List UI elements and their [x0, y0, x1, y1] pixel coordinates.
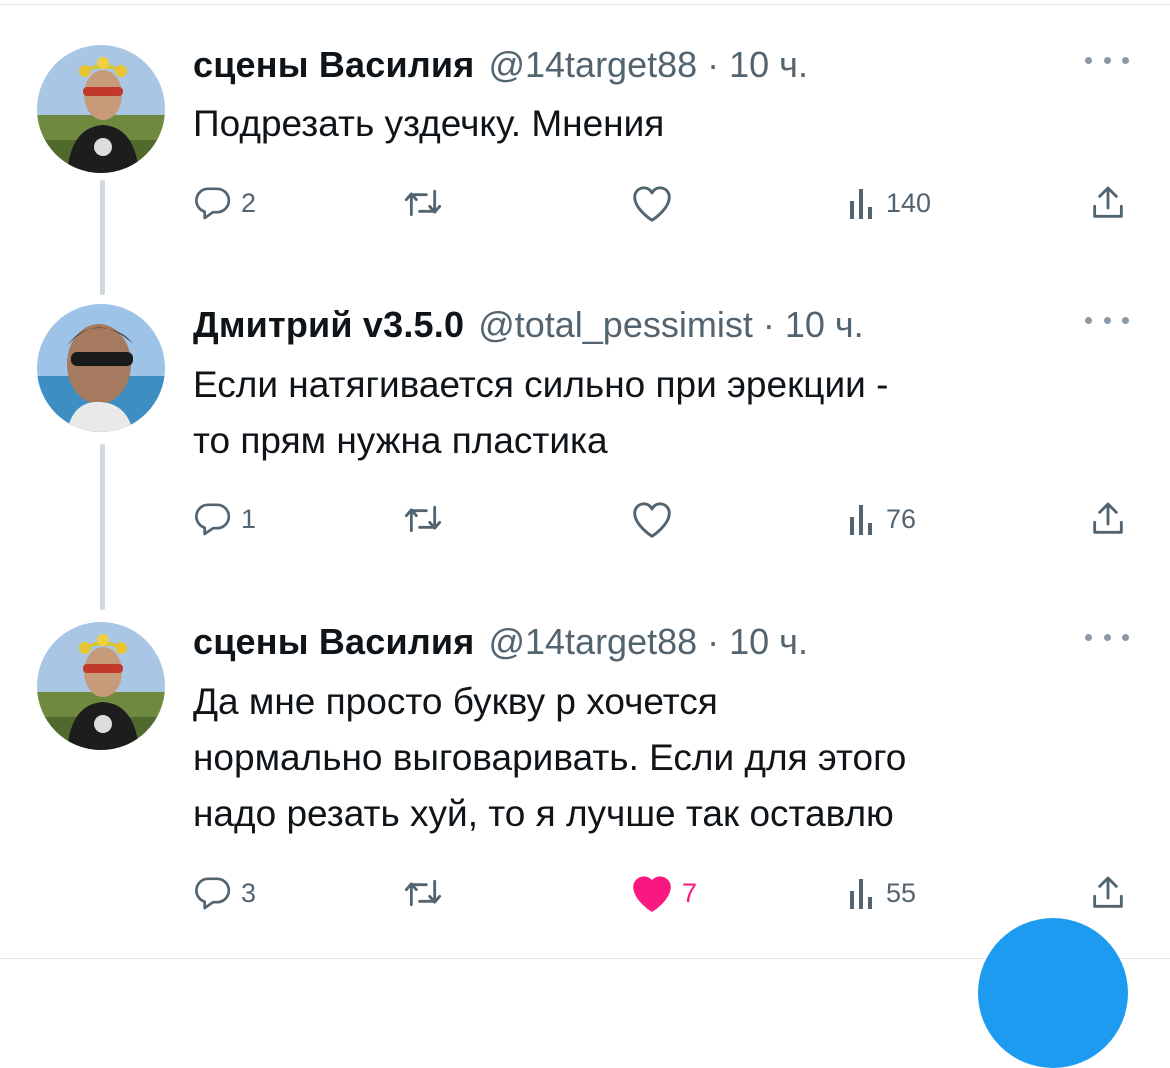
share-icon: [1088, 183, 1128, 223]
compose-fab[interactable]: [978, 918, 1128, 1068]
retweet-button[interactable]: [401, 495, 445, 543]
avatar[interactable]: [37, 304, 165, 432]
reply-icon: [193, 499, 233, 539]
tweet-text-line: надо резать хуй, то я лучше так оставлю: [193, 793, 894, 834]
views-count: 76: [886, 503, 917, 534]
tweet-text-line: Да мне просто букву р хочется: [193, 681, 718, 722]
tweet-text-line: Подрезать уздечку. Мнения: [193, 103, 665, 144]
tweet-text-line: Если натягивается сильно при эрекции -: [193, 364, 889, 405]
timestamp[interactable]: 10 ч.: [729, 621, 808, 663]
views-count: 140: [886, 187, 932, 218]
author-handle[interactable]: @14target88: [488, 621, 697, 663]
author-handle[interactable]: @14target88: [488, 44, 697, 86]
reply-icon: [193, 873, 233, 913]
action-bar: 3 7 55: [193, 869, 1138, 917]
like-button[interactable]: [630, 495, 674, 543]
author-name[interactable]: сцены Василия: [193, 44, 474, 86]
author-name[interactable]: Дмитрий v3.5.0: [193, 304, 464, 346]
retweet-button[interactable]: [401, 179, 445, 227]
heart-icon: [630, 499, 674, 539]
top-divider: [0, 4, 1170, 5]
retweet-icon: [401, 499, 445, 539]
share-icon: [1088, 499, 1128, 539]
thread-line: [100, 180, 105, 295]
tweet-header: Дмитрий v3.5.0 @total_pessimist · 10 ч.: [193, 302, 864, 348]
views-count: 55: [886, 877, 917, 908]
share-button[interactable]: [1088, 869, 1128, 917]
reply-count: 2: [241, 187, 257, 218]
separator: ·: [707, 44, 720, 85]
views-icon: [848, 875, 878, 911]
separator: ·: [707, 621, 720, 662]
reply-icon: [193, 183, 233, 223]
timestamp[interactable]: 10 ч.: [785, 304, 864, 346]
tweet-text-line: нормально выговаривать. Если для этого: [193, 737, 907, 778]
views-button[interactable]: 76: [848, 495, 916, 543]
heart-icon: [630, 873, 674, 913]
avatar[interactable]: [37, 45, 165, 173]
tweet-text: Да мне просто букву р хочется нормально …: [193, 674, 906, 842]
action-bar: 1 76: [193, 495, 1138, 543]
views-icon: [848, 501, 878, 537]
share-button[interactable]: [1088, 179, 1128, 227]
views-icon: [848, 185, 878, 221]
reply-button[interactable]: 2: [193, 179, 256, 227]
more-icon[interactable]: [1085, 44, 1129, 76]
more-icon[interactable]: [1085, 304, 1129, 336]
thread-line: [100, 444, 105, 610]
retweet-icon: [401, 183, 445, 223]
reply-button[interactable]: 3: [193, 869, 256, 917]
reply-count: 3: [241, 877, 257, 908]
author-name[interactable]: сцены Василия: [193, 621, 474, 663]
tweet-text: Подрезать уздечку. Мнения: [193, 96, 664, 152]
like-button[interactable]: 7: [630, 869, 697, 917]
share-icon: [1088, 873, 1128, 913]
author-handle[interactable]: @total_pessimist: [478, 304, 753, 346]
tweet-header: сцены Василия @14target88 · 10 ч.: [193, 42, 808, 88]
separator: ·: [762, 304, 775, 345]
action-bar: 2 140: [193, 179, 1138, 227]
reply-button[interactable]: 1: [193, 495, 256, 543]
avatar[interactable]: [37, 622, 165, 750]
views-button[interactable]: 140: [848, 179, 931, 227]
reply-count: 1: [241, 503, 257, 534]
timestamp[interactable]: 10 ч.: [729, 44, 808, 86]
like-button[interactable]: [630, 179, 674, 227]
views-button[interactable]: 55: [848, 869, 916, 917]
tweet-text: Если натягивается сильно при эрекции - т…: [193, 357, 888, 469]
tweet-header: сцены Василия @14target88 · 10 ч.: [193, 619, 808, 665]
like-count: 7: [682, 877, 698, 908]
share-button[interactable]: [1088, 495, 1128, 543]
heart-icon: [630, 183, 674, 223]
retweet-icon: [401, 873, 445, 913]
tweet-text-line: то прям нужна пластика: [193, 420, 608, 461]
more-icon[interactable]: [1085, 621, 1129, 653]
retweet-button[interactable]: [401, 869, 445, 917]
